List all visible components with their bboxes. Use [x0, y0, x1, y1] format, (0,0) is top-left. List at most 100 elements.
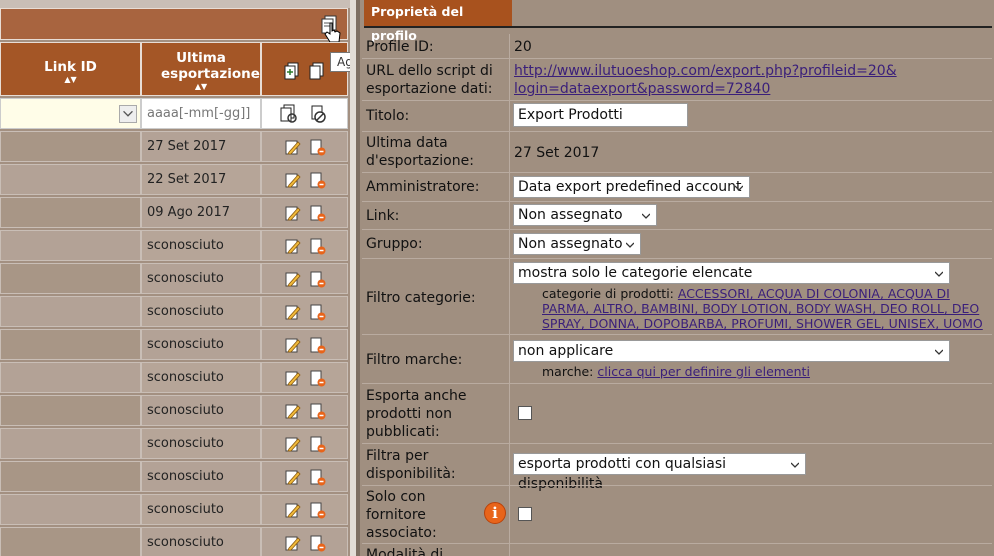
link-id-cell: [0, 461, 141, 492]
row-divider: [362, 201, 992, 202]
availability-label-line-2: disponibilità:: [366, 466, 456, 482]
category-list-prefix: categorie di prodotti:: [542, 286, 674, 301]
table-row[interactable]: sconosciuto: [0, 329, 348, 360]
row-divider: [362, 383, 992, 384]
table-row[interactable]: sconosciuto: [0, 395, 348, 426]
row-actions-cell: [261, 164, 348, 195]
category-filter-select[interactable]: mostra solo le categorie elencate: [513, 262, 950, 284]
availability-select-value: esporta prodotti con qualsiasi disponibi…: [518, 456, 727, 492]
edit-icon[interactable]: [285, 535, 301, 552]
group-select[interactable]: Non assegnato: [513, 233, 641, 255]
delete-icon[interactable]: [310, 337, 326, 354]
last-export-cell: sconosciuto: [141, 230, 261, 261]
delete-icon[interactable]: [310, 502, 326, 519]
table-row[interactable]: sconosciuto: [0, 494, 348, 525]
delete-icon[interactable]: [310, 304, 326, 321]
add-tooltip: Aggiungi: [330, 52, 350, 72]
delete-icon[interactable]: [310, 205, 326, 222]
edit-icon[interactable]: [285, 403, 301, 420]
date-filter-input[interactable]: aaaa[-mm[-gg]]: [141, 98, 261, 129]
table-row[interactable]: sconosciuto: [0, 230, 348, 261]
filter-apply-icon[interactable]: [279, 104, 299, 124]
delete-icon[interactable]: [310, 271, 326, 288]
edit-icon[interactable]: [285, 172, 301, 189]
edit-icon[interactable]: [285, 139, 301, 156]
sort-arrows-icon[interactable]: ▲▼: [142, 83, 260, 91]
table-row[interactable]: sconosciuto: [0, 362, 348, 393]
row-actions-cell: [261, 131, 348, 162]
table-row[interactable]: sconosciuto: [0, 461, 348, 492]
table-row[interactable]: 22 Set 2017: [0, 164, 348, 195]
edit-icon[interactable]: [285, 238, 301, 255]
table-row[interactable]: sconosciuto: [0, 263, 348, 294]
delete-icon[interactable]: [310, 535, 326, 552]
availability-select[interactable]: esporta prodotti con qualsiasi disponibi…: [513, 453, 806, 492]
dropdown-arrow[interactable]: [119, 105, 137, 123]
edit-icon[interactable]: [285, 370, 301, 387]
edit-icon[interactable]: [285, 469, 301, 486]
edit-icon[interactable]: [285, 304, 301, 321]
info-icon[interactable]: i: [484, 502, 506, 524]
table-row[interactable]: sconosciuto: [0, 527, 348, 556]
tab-profile-properties[interactable]: Proprietà del profilo: [364, 0, 512, 43]
sort-arrows-icon[interactable]: ▲▼: [1, 76, 140, 84]
link-id-cell: [0, 527, 141, 556]
admin-select[interactable]: Data export predefined account: [513, 176, 750, 198]
chevron-down-icon: [626, 242, 634, 248]
link-id-cell: [0, 296, 141, 327]
edit-icon[interactable]: [285, 502, 301, 519]
delete-icon[interactable]: [310, 469, 326, 486]
link-id-cell: [0, 131, 141, 162]
chevron-down-icon: [935, 271, 943, 277]
export-url-link-line-1[interactable]: http://www.ilutuoeshop.com/export.php?pr…: [514, 62, 897, 80]
category-list-line-1: categorie di prodotti: ACCESSORI, ACQUA …: [542, 286, 950, 302]
chevron-down-icon: [735, 185, 743, 191]
last-export-label-line-1: Ultima data: [366, 135, 448, 151]
copy-icon[interactable]: [308, 62, 326, 80]
group-label: Gruppo:: [366, 236, 423, 252]
add-profile-icon[interactable]: [321, 15, 339, 35]
table-row[interactable]: sconosciuto: [0, 428, 348, 459]
category-list-link-line-3[interactable]: SPRAY, DONNA, DOPOBARBA, PROFUMI, SHOWER…: [542, 316, 983, 332]
edit-icon[interactable]: [285, 436, 301, 453]
panel-splitter[interactable]: [350, 0, 360, 556]
row-divider: [362, 131, 992, 132]
edit-icon[interactable]: [285, 337, 301, 354]
table-row[interactable]: 27 Set 2017: [0, 131, 348, 162]
delete-icon[interactable]: [310, 436, 326, 453]
title-input[interactable]: Export Prodotti: [513, 103, 688, 127]
edit-icon[interactable]: [285, 271, 301, 288]
column-header-link-id[interactable]: Link ID ▲▼: [0, 42, 141, 96]
table-row[interactable]: sconosciuto: [0, 296, 348, 327]
category-list-link[interactable]: ACCESSORI, ACQUA DI COLONIA, ACQUA DI: [678, 286, 950, 301]
last-export-cell: sconosciuto: [141, 395, 261, 426]
link-label: Link:: [366, 208, 400, 224]
brand-list-line: marche: clicca qui per definire gli elem…: [542, 364, 810, 380]
row-divider: [362, 100, 992, 101]
delete-icon[interactable]: [310, 238, 326, 255]
delete-icon[interactable]: [310, 172, 326, 189]
link-select[interactable]: Non assegnato: [513, 204, 657, 226]
left-top-strip: [0, 0, 350, 8]
row-actions-cell: [261, 197, 348, 228]
link-id-cell: [0, 362, 141, 393]
supplier-only-checkbox[interactable]: [518, 507, 532, 521]
define-brands-link[interactable]: clicca qui per definire gli elementi: [597, 364, 810, 379]
delete-icon[interactable]: [310, 139, 326, 156]
last-export-label-line-2: d'esportazione:: [366, 153, 474, 169]
add-all-icon[interactable]: [283, 62, 301, 80]
row-actions-cell: [261, 362, 348, 393]
category-list-link-line-2[interactable]: PARMA, ALTRO, BAMBINI, BODY LOTION, BODY…: [542, 301, 979, 317]
filter-clear-icon[interactable]: [308, 104, 328, 124]
column-header-last-export[interactable]: Ultima esportazione ▲▼: [141, 42, 261, 96]
table-row[interactable]: 09 Ago 2017: [0, 197, 348, 228]
export-unpublished-checkbox[interactable]: [518, 406, 532, 420]
brand-filter-select[interactable]: non applicare: [513, 340, 950, 362]
delete-icon[interactable]: [310, 403, 326, 420]
export-url-link-line-2[interactable]: login=dataexport&password=72840: [514, 80, 770, 98]
last-export-cell: sconosciuto: [141, 428, 261, 459]
edit-icon[interactable]: [285, 205, 301, 222]
delete-icon[interactable]: [310, 370, 326, 387]
brand-list-prefix: marche:: [542, 364, 594, 379]
link-id-filter-select[interactable]: [0, 98, 141, 129]
